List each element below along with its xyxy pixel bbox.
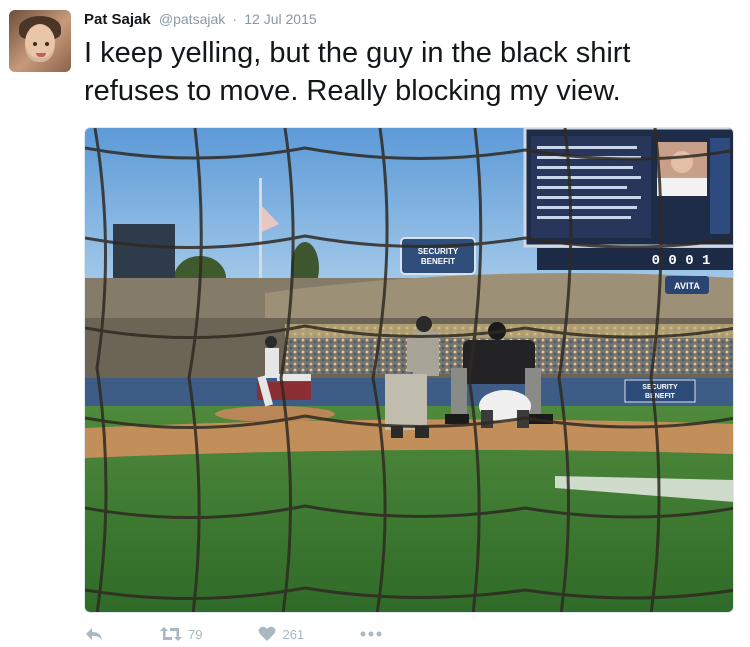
heart-icon: [259, 626, 276, 641]
reply-arrow-icon: [86, 628, 102, 640]
svg-text:BENEFIT: BENEFIT: [645, 393, 676, 400]
sign-security-benefit-wall: SECURITY BENEFIT: [624, 379, 696, 403]
tweet-photo[interactable]: SECURITY BENEFIT 0 0 0 1 AVITA SECURITY …: [84, 127, 734, 613]
tweet-card: Pat Sajak @patsajak · 12 Jul 2015 I keep…: [0, 0, 750, 647]
author-name[interactable]: Pat Sajak: [84, 11, 151, 28]
svg-text:BENEFIT: BENEFIT: [421, 257, 455, 266]
tweet-date[interactable]: 12 Jul 2015: [244, 11, 316, 27]
reply-button[interactable]: [84, 626, 104, 642]
like-count: 261: [282, 626, 305, 642]
retweet-count: 79: [188, 626, 203, 642]
sign-security-benefit-top: SECURITY BENEFIT: [400, 237, 476, 275]
meta-separator: ·: [232, 11, 238, 27]
scoreboard: 0 0 0 1: [523, 128, 733, 270]
avatar-eye-right: [45, 42, 49, 46]
like-button[interactable]: 261: [258, 626, 304, 642]
avatar-eye-left: [33, 42, 37, 46]
sign-avita: AVITA: [665, 276, 709, 294]
more-dots-icon: [360, 631, 382, 637]
svg-text:AVITA: AVITA: [674, 281, 700, 291]
more-button[interactable]: [360, 630, 382, 638]
tweet-header: Pat Sajak @patsajak · 12 Jul 2015: [84, 10, 317, 29]
avatar[interactable]: [9, 10, 71, 72]
author-handle[interactable]: @patsajak: [159, 11, 225, 27]
svg-text:SECURITY: SECURITY: [418, 247, 459, 256]
svg-text:SECURITY: SECURITY: [642, 384, 678, 391]
tweet-text: I keep yelling, but the guy in the black…: [84, 37, 631, 107]
tweet-actions: 79 261: [84, 624, 438, 644]
baseball-photo: SECURITY BENEFIT 0 0 0 1 AVITA SECURITY …: [85, 128, 733, 612]
retweet-button[interactable]: 79: [160, 626, 202, 642]
retweet-icon: [160, 627, 182, 641]
